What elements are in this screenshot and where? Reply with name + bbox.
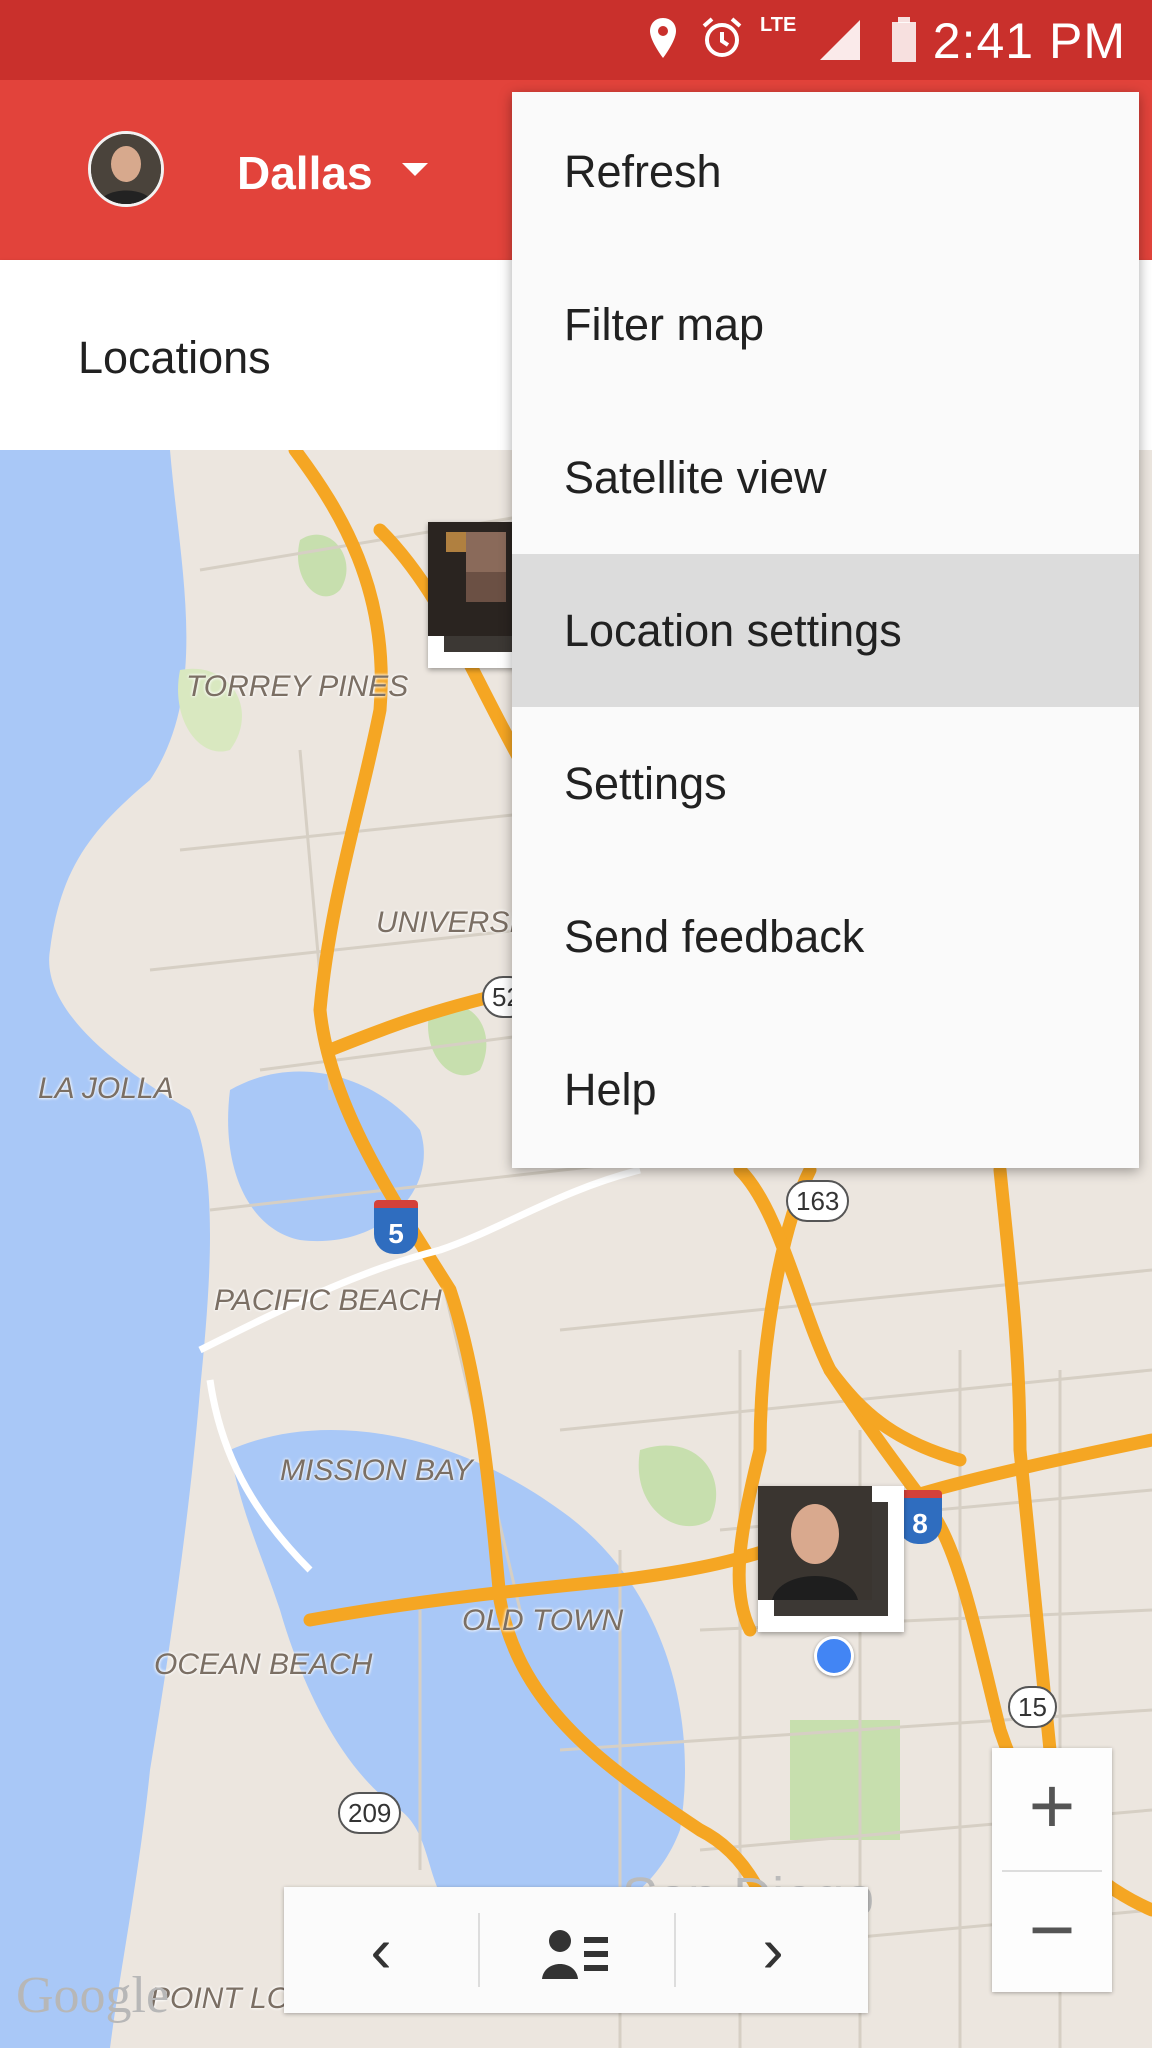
map-label-pacific-beach: PACIFIC BEACH [214,1284,442,1317]
person-list-icon [542,1930,608,1980]
menu-item-label: Satellite view [564,451,827,503]
menu-item-label: Location settings [564,604,902,656]
menu-item-help[interactable]: Help [512,1013,1139,1166]
map-label-mission-bay: MISSION BAY [280,1454,473,1487]
page-title: Locations [78,332,271,383]
google-logo: Google [16,1967,170,2024]
map-label-old-town: OLD TOWN [462,1604,624,1637]
route-163-shield: 163 [786,1180,850,1222]
next-button[interactable]: › [676,1887,870,2013]
menu-item-label: Settings [564,757,727,809]
battery-icon [892,17,916,62]
overflow-menu: Refresh Filter map Satellite view Locati… [512,92,1139,1168]
menu-item-settings[interactable]: Settings [512,707,1139,860]
map-label-ocean-beach: OCEAN BEACH [154,1648,373,1681]
menu-item-satellite-view[interactable]: Satellite view [512,401,1139,554]
avatar[interactable] [88,131,164,207]
account-switcher[interactable]: Dallas [237,146,373,200]
lte-icon: LTE [760,14,797,36]
people-list-button[interactable] [480,1887,674,2013]
face-icon [758,1486,872,1600]
chevron-down-icon[interactable] [402,163,428,176]
my-avatar [758,1486,888,1616]
menu-item-refresh[interactable]: Refresh [512,95,1139,248]
signal-icon [820,20,860,60]
menu-item-label: Filter map [564,298,765,350]
alarm-icon [702,17,742,57]
menu-item-send-feedback[interactable]: Send feedback [512,860,1139,1013]
menu-item-label: Help [564,1063,657,1115]
interstate-5-shield: 5 [374,1200,418,1254]
user-avatar-icon [91,134,161,204]
bottom-navigation: ‹ › [284,1887,868,2013]
route-209-shield: 209 [338,1792,402,1834]
location-icon [650,18,676,58]
menu-item-location-settings[interactable]: Location settings [512,554,1139,707]
map-label-la-jolla: LA JOLLA [38,1072,174,1105]
route-15-shield: 15 [1008,1686,1057,1728]
current-location-dot [814,1636,854,1676]
my-location-pin[interactable] [758,1486,904,1632]
map-label-torrey-pines: TORREY PINES [186,670,409,703]
menu-item-filter-map[interactable]: Filter map [512,248,1139,401]
menu-item-label: Send feedback [564,910,865,962]
menu-item-label: Refresh [564,145,722,197]
zoom-out-button[interactable]: − [992,1872,1112,1994]
interstate-8-shield: 8 [898,1490,942,1544]
status-bar: LTE 2:41 PM [0,0,1152,80]
zoom-controls: + − [992,1748,1112,1992]
previous-button[interactable]: ‹ [284,1887,478,2013]
zoom-in-button[interactable]: + [992,1748,1112,1870]
clock: 2:41 PM [932,13,1126,69]
